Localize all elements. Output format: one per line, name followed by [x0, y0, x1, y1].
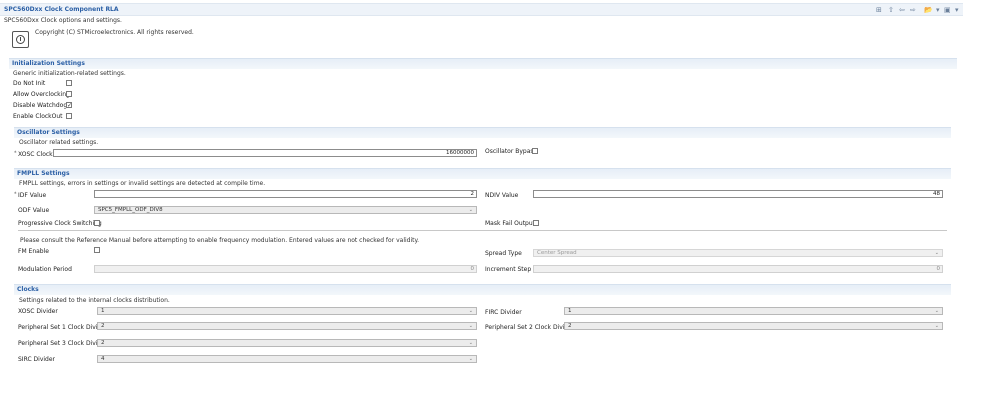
- page-title: SPC560Dxx Clock Component RLA: [4, 6, 119, 13]
- spread-type-text: Center Spread: [537, 250, 577, 256]
- fm-enable-checkbox[interactable]: [94, 247, 100, 253]
- ndiv-value-label: NDIV Value: [485, 192, 519, 199]
- editor-header: SPC560Dxx Clock Component RLA ⊞ ⇧ ⇦ ⇨ 📂 …: [0, 3, 963, 16]
- idf-value-label: IDF Value: [18, 192, 47, 199]
- chevron-down-icon: ⌄: [468, 323, 473, 329]
- sirc-divider-label: SIRC Divider: [18, 356, 56, 363]
- save-icon[interactable]: ▣: [944, 6, 951, 14]
- section-title: Clocks: [17, 286, 39, 293]
- mask-fail-output-label: Mask Fail Output: [485, 220, 536, 227]
- sirc-divider-text: 4: [101, 356, 105, 362]
- chevron-down-icon: ⌄: [934, 250, 939, 256]
- back-icon[interactable]: ⇦: [899, 6, 905, 14]
- firc-divider-select[interactable]: 1 ⌄: [564, 307, 943, 315]
- oscillator-bypass-checkbox[interactable]: [532, 148, 538, 154]
- odf-value-text: SPC5_FMPLL_ODF_DIV8: [98, 207, 163, 213]
- collapse-all-icon[interactable]: ⊞: [876, 6, 882, 14]
- chevron-down-icon: ⌄: [934, 308, 939, 314]
- odf-value-label: ODF Value: [18, 207, 50, 214]
- fm-warning-note: Please consult the Reference Manual befo…: [20, 237, 420, 244]
- do-not-init-label: Do Not Init: [13, 80, 46, 87]
- xosc-divider-select[interactable]: 1 ⌄: [97, 307, 477, 315]
- increment-step-input[interactable]: 0: [533, 265, 943, 273]
- allow-overclocking-label: Allow Overclocking: [13, 91, 70, 98]
- sirc-divider-select[interactable]: 4 ⌄: [97, 355, 477, 363]
- peripheral-set-1-select[interactable]: 2 ⌄: [97, 322, 477, 330]
- section-oscillator-settings[interactable]: Oscillator Settings: [14, 127, 951, 138]
- section-title: FMPLL Settings: [17, 170, 70, 177]
- increment-step-label: Increment Step: [485, 266, 532, 273]
- peripheral-set-3-text: 2: [101, 340, 105, 346]
- divider: [18, 230, 947, 231]
- firc-divider-text: 1: [568, 308, 572, 314]
- folder-icon[interactable]: 📂: [924, 6, 933, 14]
- chevron-down-icon[interactable]: ▾: [936, 6, 940, 14]
- oscillator-bypass-label: Oscillator Bypass: [485, 148, 537, 155]
- chevron-down-icon: ⌄: [468, 340, 473, 346]
- xosc-clock-input[interactable]: 16000000: [53, 149, 477, 157]
- up-icon[interactable]: ⇧: [888, 6, 894, 14]
- progressive-clock-switching-label: Progressive Clock Switching: [18, 220, 102, 227]
- modulation-period-input[interactable]: 0: [94, 265, 477, 273]
- section-title: Oscillator Settings: [17, 129, 80, 136]
- section-fmpll-settings[interactable]: FMPLL Settings: [14, 168, 951, 179]
- chevron-down-icon: ⌄: [468, 308, 473, 314]
- mask-fail-output-checkbox[interactable]: [533, 220, 539, 226]
- xosc-divider-label: XOSC Divider: [18, 308, 58, 315]
- forward-icon[interactable]: ⇨: [910, 6, 916, 14]
- idf-value-input[interactable]: 2: [94, 190, 477, 198]
- disable-watchdog-label: Disable Watchdog: [13, 102, 68, 109]
- section-initialization-settings[interactable]: Initialization Settings: [9, 58, 957, 69]
- section-description: FMPLL settings, errors in settings or in…: [19, 180, 266, 187]
- required-marker-icon: ⁎: [14, 149, 17, 155]
- chevron-down-icon: ⌄: [468, 356, 473, 362]
- fm-enable-label: FM Enable: [18, 248, 49, 255]
- peripheral-set-3-label: Peripheral Set 3 Clock Divider: [18, 340, 108, 347]
- xosc-divider-text: 1: [101, 308, 105, 314]
- disable-watchdog-checkbox[interactable]: ✓: [66, 102, 72, 109]
- page-subtitle: SPC560Dxx Clock options and settings.: [4, 17, 122, 24]
- modulation-period-label: Modulation Period: [18, 266, 72, 273]
- allow-overclocking-checkbox[interactable]: [66, 91, 72, 97]
- enable-clockout-label: Enable ClockOut: [13, 113, 63, 120]
- ndiv-value-input[interactable]: 48: [533, 190, 943, 198]
- chevron-down-icon[interactable]: ▾: [955, 6, 959, 14]
- spread-type-select[interactable]: Center Spread ⌄: [533, 249, 943, 257]
- peripheral-set-2-select[interactable]: 2 ⌄: [564, 322, 943, 330]
- enable-clockout-checkbox[interactable]: [66, 113, 72, 119]
- spread-type-label: Spread Type: [485, 250, 522, 257]
- progressive-clock-switching-checkbox[interactable]: [94, 220, 100, 226]
- do-not-init-checkbox[interactable]: [66, 80, 72, 86]
- peripheral-set-1-label: Peripheral Set 1 Clock Divider: [18, 324, 108, 331]
- peripheral-set-1-text: 2: [101, 323, 105, 329]
- odf-value-select[interactable]: SPC5_FMPLL_ODF_DIV8 ⌄: [94, 206, 477, 214]
- section-description: Oscillator related settings.: [19, 139, 99, 146]
- section-clocks[interactable]: Clocks: [14, 284, 951, 295]
- firc-divider-label: FIRC Divider: [485, 309, 522, 316]
- section-description: Settings related to the internal clocks …: [19, 297, 170, 304]
- section-description: Generic initialization-related settings.: [13, 70, 126, 77]
- peripheral-set-2-label: Peripheral Set 2 Clock Divider: [485, 324, 575, 331]
- peripheral-set-3-select[interactable]: 2 ⌄: [97, 339, 477, 347]
- chevron-down-icon: ⌄: [468, 207, 473, 213]
- xosc-clock-label: XOSC Clock: [18, 151, 53, 158]
- section-title: Initialization Settings: [12, 60, 85, 67]
- peripheral-set-2-text: 2: [568, 323, 572, 329]
- copyright-text: Copyright (C) STMicroelectronics. All ri…: [35, 29, 194, 36]
- clock-component-icon: [12, 31, 29, 48]
- required-marker-icon: ⁎: [14, 190, 17, 196]
- chevron-down-icon: ⌄: [934, 323, 939, 329]
